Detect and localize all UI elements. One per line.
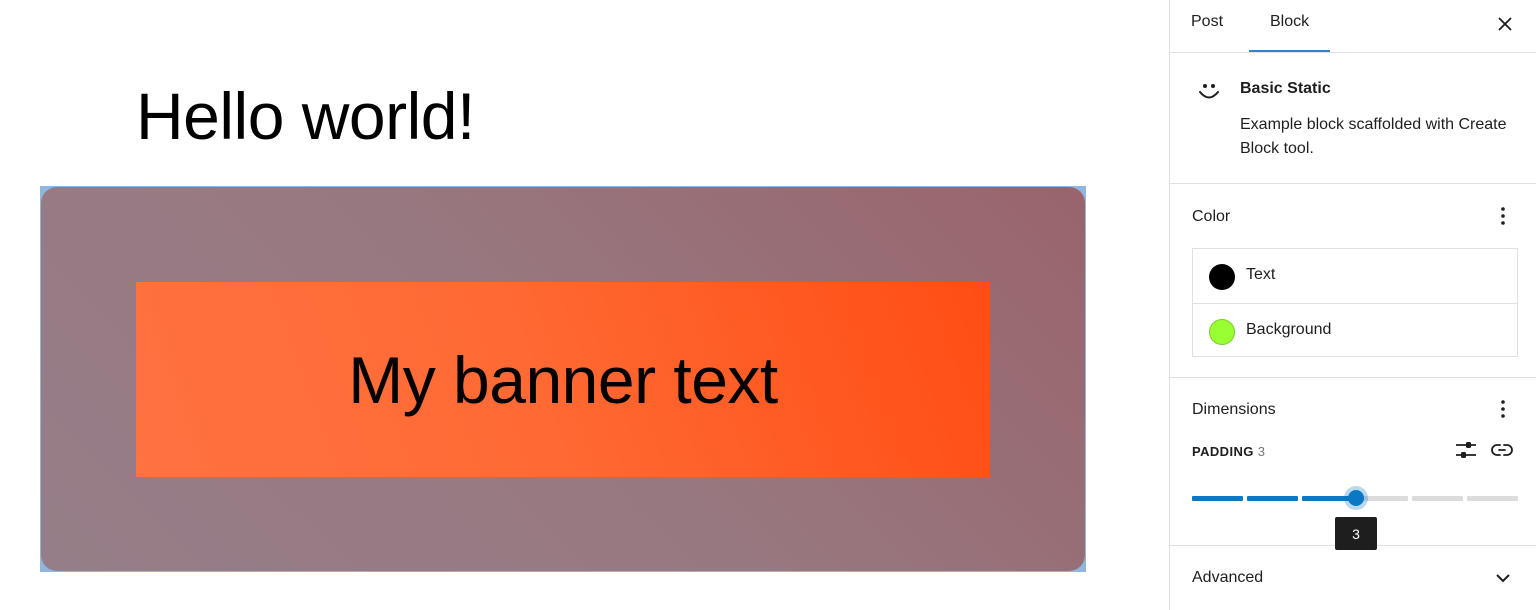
banner-inner[interactable]: My banner text — [136, 282, 990, 477]
tab-block[interactable]: Block — [1249, 0, 1331, 52]
settings-sidebar: Post Block Basic Static Example block sc… — [1169, 0, 1536, 610]
banner-text[interactable]: My banner text — [348, 342, 778, 418]
color-item-background[interactable]: Background — [1193, 303, 1517, 357]
custom-size-icon[interactable] — [1454, 438, 1478, 462]
post-title[interactable]: Hello world! — [136, 78, 475, 154]
block-card: Basic Static Example block scaffolded wi… — [1170, 53, 1536, 184]
padding-slider-thumb[interactable] — [1348, 490, 1364, 506]
slider-segment — [1467, 496, 1518, 501]
unlink-sides-icon[interactable] — [1490, 438, 1514, 462]
dimensions-panel-title: Dimensions — [1192, 401, 1276, 418]
tab-post[interactable]: Post — [1170, 0, 1244, 52]
text-color-swatch — [1209, 264, 1235, 290]
dimensions-panel: Dimensions PADDING 3 3 — [1170, 378, 1536, 550]
padding-value: 3 — [1257, 444, 1266, 459]
color-panel: Color Text Background — [1170, 184, 1536, 378]
slider-segment — [1192, 496, 1243, 501]
smiley-icon — [1199, 84, 1219, 99]
chevron-down-icon — [1496, 574, 1510, 583]
background-color-swatch — [1209, 319, 1235, 345]
sidebar-tabs: Post Block — [1170, 0, 1536, 53]
color-item-text[interactable]: Text — [1193, 249, 1517, 303]
advanced-panel-title: Advanced — [1192, 569, 1264, 586]
color-options-icon[interactable] — [1491, 204, 1515, 228]
block-description: Example block scaffolded with Create Blo… — [1240, 116, 1507, 157]
dimensions-options-icon[interactable] — [1491, 397, 1515, 421]
block-name: Basic Static — [1240, 80, 1331, 97]
color-list: Text Background — [1192, 248, 1518, 357]
color-item-label: Background — [1246, 321, 1332, 338]
padding-label: PADDING 3 — [1192, 444, 1265, 459]
padding-label-text: PADDING — [1192, 444, 1254, 459]
slider-segment — [1412, 496, 1463, 501]
close-sidebar-button[interactable] — [1491, 10, 1519, 38]
slider-segment — [1247, 496, 1298, 501]
advanced-panel-toggle[interactable]: Advanced — [1170, 546, 1536, 610]
close-icon — [1498, 17, 1512, 31]
editor-canvas: Hello world! My banner text — [0, 0, 1169, 610]
color-panel-title: Color — [1192, 208, 1231, 225]
color-item-label: Text — [1246, 266, 1276, 283]
